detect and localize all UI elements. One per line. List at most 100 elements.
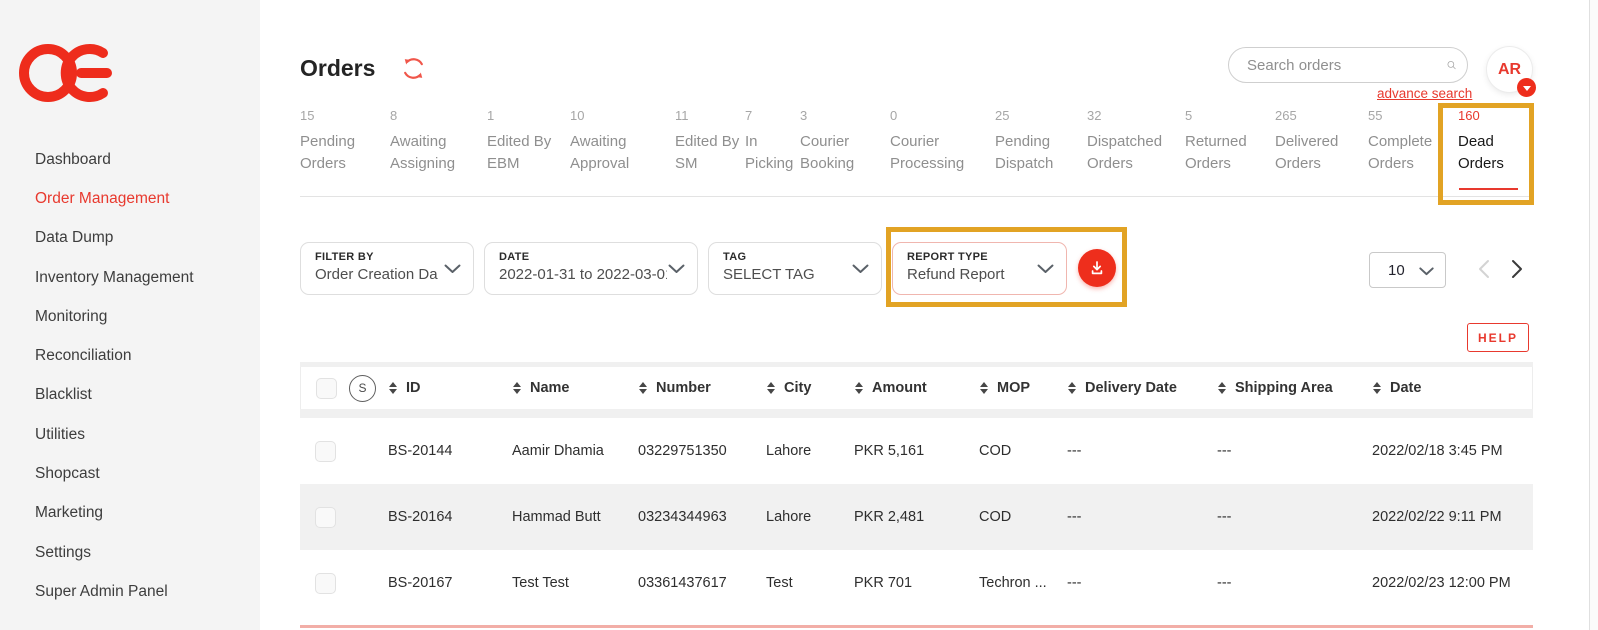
column-header-delivery-date[interactable]: Delivery Date	[1068, 380, 1218, 396]
page-size-select[interactable]: 10	[1369, 252, 1446, 288]
previous-page-button[interactable]	[1476, 257, 1493, 286]
search-icon[interactable]	[1446, 52, 1457, 78]
tab-courier-processing[interactable]: 0 Courier Processing	[890, 108, 964, 174]
row-checkbox[interactable]	[315, 573, 336, 594]
chevron-left-icon	[1476, 257, 1493, 281]
sort-icon[interactable]	[980, 382, 988, 394]
row-checkbox[interactable]	[315, 507, 336, 528]
avatar-dropdown-badge[interactable]	[1517, 78, 1536, 97]
refresh-icon	[401, 56, 426, 81]
next-page-button[interactable]	[1508, 257, 1525, 286]
cell-shipping-area: ---	[1217, 575, 1372, 591]
sort-icon[interactable]	[1373, 382, 1381, 394]
sort-icon[interactable]	[389, 382, 397, 394]
orders-page: Dashboard Order Management Data Dump Inv…	[0, 0, 1598, 630]
bottom-divider	[300, 625, 1533, 628]
cell-id: BS-20144	[388, 443, 512, 459]
cell-mop: COD	[979, 443, 1067, 459]
sidebar-item-shopcast[interactable]: Shopcast	[35, 454, 194, 493]
oe-logo-icon	[18, 32, 118, 110]
sidebar-item-reconciliation[interactable]: Reconciliation	[35, 336, 194, 375]
cell-amount: PKR 5,161	[854, 443, 979, 459]
cell-id: BS-20164	[388, 509, 512, 525]
sidebar-item-marketing[interactable]: Marketing	[35, 494, 194, 533]
sort-icon[interactable]	[767, 382, 775, 394]
advance-search-link[interactable]: advance search	[1377, 86, 1472, 101]
refresh-button[interactable]	[401, 56, 426, 81]
sort-icon[interactable]	[639, 382, 647, 394]
sidebar-item-blacklist[interactable]: Blacklist	[35, 376, 194, 415]
row-checkbox[interactable]	[315, 441, 336, 462]
column-header-date[interactable]: Date	[1373, 380, 1532, 396]
annotation-box-dead-orders	[1438, 103, 1534, 205]
sort-icon[interactable]	[513, 382, 521, 394]
column-header-id[interactable]: ID	[389, 380, 513, 396]
sidebar-item-dashboard[interactable]: Dashboard	[35, 140, 194, 179]
avatar[interactable]: AR	[1487, 47, 1532, 92]
tab-pending-orders[interactable]: 15 Pending Orders	[300, 108, 355, 174]
cell-shipping-area: ---	[1217, 509, 1372, 525]
column-header-amount[interactable]: Amount	[855, 380, 980, 396]
sidebar-menu: Dashboard Order Management Data Dump Inv…	[35, 140, 194, 612]
cell-amount: PKR 2,481	[854, 509, 979, 525]
column-header-number[interactable]: Number	[639, 380, 767, 396]
chevron-down-icon	[1419, 267, 1434, 276]
cell-date: 2022/02/22 9:11 PM	[1372, 509, 1533, 525]
status-tabs: 15 Pending Orders 8 Awaiting Assigning 1…	[300, 108, 1550, 198]
tab-edited-by-sm[interactable]: 11 Edited By SM	[675, 108, 739, 174]
tab-dispatched-orders[interactable]: 32 Dispatched Orders	[1087, 108, 1162, 174]
help-button[interactable]: HELP	[1467, 323, 1529, 352]
table-row[interactable]: BS-20167 Test Test 03361437617 Test PKR …	[300, 550, 1533, 616]
cell-name: Aamir Dhamia	[512, 443, 638, 459]
sort-icon[interactable]	[855, 382, 863, 394]
column-header-name[interactable]: Name	[513, 380, 639, 396]
app-logo[interactable]	[18, 32, 118, 115]
sidebar: Dashboard Order Management Data Dump Inv…	[0, 0, 260, 630]
scrollbar[interactable]	[1589, 0, 1598, 630]
sidebar-item-order-management[interactable]: Order Management	[35, 179, 194, 218]
sidebar-item-monitoring[interactable]: Monitoring	[35, 297, 194, 336]
date-range-dropdown[interactable]: DATE 2022-01-31 to 2022-03-01	[484, 242, 698, 295]
tab-awaiting-assigning[interactable]: 8 Awaiting Assigning	[390, 108, 455, 174]
sidebar-item-utilities[interactable]: Utilities	[35, 415, 194, 454]
tab-pending-dispatch[interactable]: 25 Pending Dispatch	[995, 108, 1053, 174]
tag-dropdown[interactable]: TAG SELECT TAG	[708, 242, 882, 295]
sidebar-item-super-admin-panel[interactable]: Super Admin Panel	[35, 572, 194, 611]
cell-date: 2022/02/18 3:45 PM	[1372, 443, 1533, 459]
select-all-checkbox[interactable]	[316, 378, 337, 399]
table-header-gap	[300, 409, 1533, 418]
cell-number: 03229751350	[638, 443, 766, 459]
avatar-initials: AR	[1498, 61, 1521, 79]
sort-icon[interactable]	[1068, 382, 1076, 394]
column-header-shipping-area[interactable]: Shipping Area	[1218, 380, 1373, 396]
chevron-down-icon	[444, 264, 461, 274]
tab-courier-booking[interactable]: 3 Courier Booking	[800, 108, 854, 174]
s-circle-icon[interactable]: S	[349, 375, 376, 402]
table-row[interactable]: BS-20164 Hammad Butt 03234344963 Lahore …	[300, 484, 1533, 550]
cell-shipping-area: ---	[1217, 443, 1372, 459]
page-title: Orders	[300, 55, 375, 82]
cell-city: Lahore	[766, 509, 854, 525]
filter-by-dropdown[interactable]: FILTER BY Order Creation Da	[300, 242, 474, 295]
tab-delivered-orders[interactable]: 265 Delivered Orders	[1275, 108, 1338, 174]
tab-returned-orders[interactable]: 5 Returned Orders	[1185, 108, 1247, 174]
tab-awaiting-approval[interactable]: 10 Awaiting Approval	[570, 108, 629, 174]
tab-in-picking[interactable]: 7 In Picking	[745, 108, 793, 174]
sort-icon[interactable]	[1218, 382, 1226, 394]
cell-number: 03361437617	[638, 575, 766, 591]
annotation-box-report-type	[886, 227, 1127, 307]
cell-mop: COD	[979, 509, 1067, 525]
sidebar-item-data-dump[interactable]: Data Dump	[35, 219, 194, 258]
cell-city: Test	[766, 575, 854, 591]
tab-edited-by-ebm[interactable]: 1 Edited By EBM	[487, 108, 551, 174]
table-row[interactable]: BS-20144 Aamir Dhamia 03229751350 Lahore…	[300, 418, 1533, 484]
sidebar-item-inventory-management[interactable]: Inventory Management	[35, 258, 194, 297]
search-bar	[1228, 47, 1468, 83]
column-header-city[interactable]: City	[767, 380, 855, 396]
sidebar-item-settings[interactable]: Settings	[35, 533, 194, 572]
cell-city: Lahore	[766, 443, 854, 459]
column-header-mop[interactable]: MOP	[980, 380, 1068, 396]
cell-number: 03234344963	[638, 509, 766, 525]
search-input[interactable]	[1247, 57, 1446, 74]
tab-complete-orders[interactable]: 55 Complete Orders	[1368, 108, 1432, 174]
